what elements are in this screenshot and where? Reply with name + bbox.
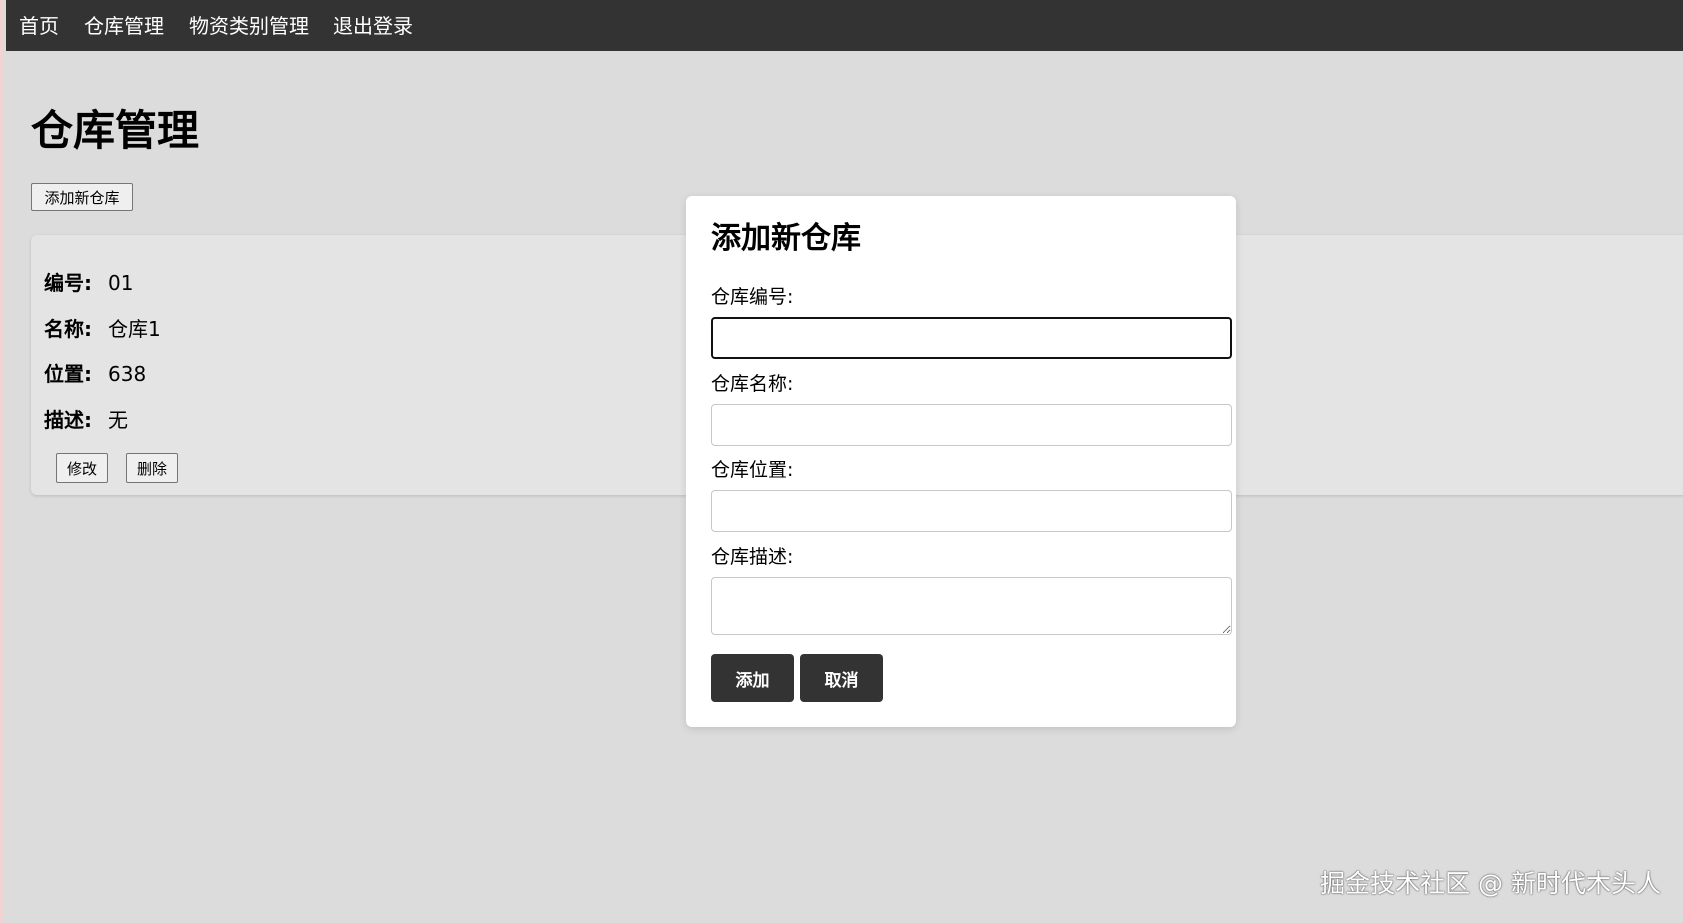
warehouse-name-label: 名称:: [44, 317, 92, 341]
warehouse-id-value: 01: [108, 271, 134, 295]
nav-item-material-category-management[interactable]: 物资类别管理: [189, 14, 309, 38]
warehouse-location-input[interactable]: [711, 490, 1232, 532]
add-warehouse-modal: 添加新仓库 仓库编号: 仓库名称: 仓库位置: 仓库描述: 添加 取消: [686, 196, 1236, 727]
warehouse-id-row: 编号: 01: [44, 270, 133, 296]
add-warehouse-button[interactable]: 添加新仓库: [31, 183, 133, 211]
delete-warehouse-button[interactable]: 删除: [126, 453, 178, 483]
warehouse-location-field-label: 仓库位置:: [711, 459, 794, 481]
warehouse-description-textarea[interactable]: [711, 577, 1232, 635]
warehouse-description-value: 无: [108, 408, 128, 432]
warehouse-location-row: 位置: 638: [44, 361, 146, 387]
warehouse-location-label: 位置:: [44, 362, 92, 386]
edit-warehouse-button[interactable]: 修改: [56, 453, 108, 483]
modal-title: 添加新仓库: [711, 221, 861, 256]
warehouse-id-field-label: 仓库编号:: [711, 286, 794, 308]
submit-add-button[interactable]: 添加: [711, 654, 794, 702]
warehouse-name-field-label: 仓库名称:: [711, 373, 794, 395]
watermark: 掘金技术社区 @ 新时代木头人: [1320, 869, 1661, 898]
warehouse-id-input[interactable]: [711, 317, 1232, 359]
warehouse-location-value: 638: [108, 362, 147, 386]
warehouse-id-label: 编号:: [44, 271, 92, 295]
warehouse-name-value: 仓库1: [108, 317, 161, 341]
top-navbar: 首页 仓库管理 物资类别管理 退出登录: [6, 0, 1683, 51]
nav-item-logout[interactable]: 退出登录: [333, 14, 413, 38]
warehouse-name-row: 名称: 仓库1: [44, 316, 161, 342]
warehouse-description-field-label: 仓库描述:: [711, 546, 794, 568]
nav-item-warehouse-management[interactable]: 仓库管理: [84, 14, 164, 38]
warehouse-name-input[interactable]: [711, 404, 1232, 446]
warehouse-description-row: 描述: 无: [44, 407, 128, 433]
warehouse-description-label: 描述:: [44, 408, 92, 432]
page-title: 仓库管理: [31, 106, 200, 155]
cancel-button[interactable]: 取消: [800, 654, 883, 702]
nav-item-home[interactable]: 首页: [19, 14, 59, 38]
